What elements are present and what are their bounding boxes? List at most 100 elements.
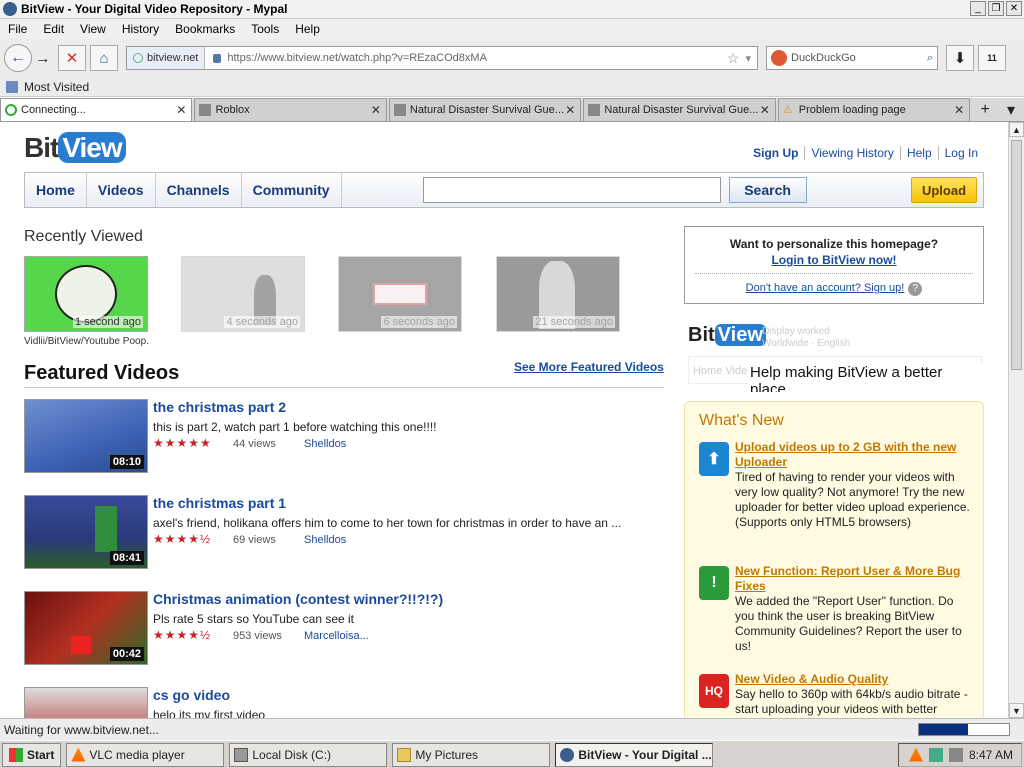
menu-tools[interactable]: Tools (243, 22, 287, 36)
nav-community[interactable]: Community (242, 173, 342, 207)
video-item[interactable]: 00:42 Christmas animation (contest winne… (24, 591, 664, 667)
task-local-disk[interactable]: Local Disk (C:) (229, 742, 388, 767)
signup-link[interactable]: Don't have an account? Sign up! (746, 282, 905, 294)
tab-close-icon[interactable]: ✕ (565, 103, 575, 117)
upload-button[interactable]: Upload (911, 177, 977, 203)
site-identity[interactable]: bitview.net (127, 47, 206, 69)
menu-file[interactable]: File (0, 22, 35, 36)
bookmark-most-visited[interactable]: Most Visited (24, 80, 89, 94)
recent-item[interactable]: 21 seconds ago (496, 256, 620, 332)
addon-button[interactable]: 11 (978, 45, 1006, 71)
video-item[interactable]: 08:41 the christmas part 1 axel's friend… (24, 495, 664, 571)
scroll-down-icon[interactable]: ▼ (1009, 703, 1024, 718)
video-title[interactable]: the christmas part 2 (153, 399, 286, 415)
tab-connecting[interactable]: Connecting... ✕ (0, 98, 193, 121)
video-author[interactable]: Shelldos (304, 438, 346, 450)
url-text[interactable]: https://www.bitview.net/watch.php?v=REza… (227, 52, 727, 64)
recent-caption[interactable]: Vidlii/BitView/Youtube Poop... (24, 336, 148, 347)
home-button[interactable]: ⌂ (90, 45, 118, 71)
nav-home[interactable]: Home (25, 173, 87, 207)
scroll-thumb[interactable] (1011, 140, 1022, 370)
news-title[interactable]: New Video & Audio Quality (735, 672, 975, 687)
viewing-history-link[interactable]: Viewing History (804, 146, 899, 160)
close-button[interactable]: ✕ (1006, 1, 1022, 16)
menu-history[interactable]: History (114, 22, 167, 36)
recent-item[interactable]: 6 seconds ago (338, 256, 462, 332)
log-in-link[interactable]: Log In (937, 146, 984, 160)
video-thumbnail[interactable]: 00:42 (24, 591, 148, 665)
tab-natural-disaster-1[interactable]: Natural Disaster Survival Gue... ✕ (388, 98, 582, 121)
task-my-pictures[interactable]: My Pictures (392, 742, 551, 767)
url-bar[interactable]: bitview.net https://www.bitview.net/watc… (126, 46, 758, 70)
vlc-tray-icon[interactable] (908, 747, 923, 762)
promo-banner[interactable]: Bit View Display worked Worldwide · Engli… (684, 318, 984, 392)
menu-bookmarks[interactable]: Bookmarks (167, 22, 243, 36)
video-thumbnail[interactable]: 08:41 (24, 495, 148, 569)
video-thumbnail[interactable]: 21 seconds ago (496, 256, 620, 332)
tab-close-icon[interactable]: ✕ (371, 103, 381, 117)
bitview-logo[interactable]: Bit View (24, 132, 126, 164)
downloads-button[interactable]: ⬇ (946, 45, 974, 71)
url-dropdown-icon[interactable]: ▾ (745, 52, 751, 65)
tab-list-button[interactable]: ▾ (998, 98, 1024, 121)
page-scrollbar[interactable]: ▲ ▼ (1008, 122, 1024, 718)
tab-problem-loading[interactable]: ⚠ Problem loading page ✕ (777, 98, 971, 121)
video-title[interactable]: cs go video (153, 687, 230, 703)
video-thumbnail[interactable]: 08:10 (24, 399, 148, 473)
video-title[interactable]: the christmas part 1 (153, 495, 286, 511)
video-thumbnail[interactable] (24, 687, 148, 718)
recent-time: 1 second ago (72, 316, 143, 328)
nav-videos[interactable]: Videos (87, 173, 156, 207)
video-author[interactable]: Shelldos (304, 534, 346, 546)
forward-button[interactable]: → (32, 45, 54, 71)
news-title[interactable]: New Function: Report User & More Bug Fix… (735, 564, 975, 594)
task-vlc[interactable]: VLC media player (66, 742, 225, 767)
volume-icon[interactable] (948, 747, 963, 762)
network-icon[interactable] (928, 747, 943, 762)
site-search-input[interactable] (422, 177, 721, 203)
help-question-icon[interactable]: ? (908, 282, 923, 296)
home-icon: ⌂ (99, 49, 109, 67)
sign-up-link[interactable]: Sign Up (747, 146, 804, 160)
scroll-up-icon[interactable]: ▲ (1009, 122, 1024, 137)
video-thumbnail[interactable]: 1 second ago (24, 256, 148, 332)
task-bitview-browser[interactable]: BitView - Your Digital ... (555, 742, 714, 767)
tab-close-icon[interactable]: ✕ (176, 103, 186, 117)
menu-edit[interactable]: Edit (35, 22, 72, 36)
recent-item[interactable]: 4 seconds ago (181, 256, 305, 332)
tab-close-icon[interactable]: ✕ (760, 103, 770, 117)
search-engine-placeholder[interactable]: DuckDuckGo (791, 52, 856, 64)
video-item[interactable]: cs go video helo its my first video (24, 687, 664, 718)
stop-button[interactable]: ✕ (58, 45, 86, 71)
news-title[interactable]: Upload videos up to 2 GB with the new Up… (735, 440, 975, 470)
task-label: VLC media player (89, 747, 185, 762)
rating-stars: ★★★★★ (153, 436, 212, 450)
video-thumbnail[interactable]: 4 seconds ago (181, 256, 305, 332)
video-item[interactable]: 08:10 the christmas part 2 this is part … (24, 399, 664, 475)
recent-item[interactable]: 1 second ago Vidlii/BitView/Youtube Poop… (24, 256, 148, 347)
video-thumbnail[interactable]: 6 seconds ago (338, 256, 462, 332)
search-engine-bar[interactable]: DuckDuckGo ⌕ (766, 46, 938, 70)
nav-channels[interactable]: Channels (156, 173, 242, 207)
recently-viewed-title: Recently Viewed (24, 228, 143, 245)
tab-roblox[interactable]: Roblox ✕ (194, 98, 387, 121)
back-button[interactable]: ← (4, 44, 32, 72)
new-tab-button[interactable]: + (972, 98, 998, 121)
search-button[interactable]: Search (728, 177, 807, 203)
tab-natural-disaster-2[interactable]: Natural Disaster Survival Gue... ✕ (583, 98, 776, 121)
video-title[interactable]: Christmas animation (contest winner?!!?!… (153, 591, 443, 607)
search-icon[interactable]: ⌕ (927, 52, 933, 65)
maximize-button[interactable]: ❐ (988, 1, 1004, 16)
help-link[interactable]: Help (899, 146, 938, 160)
start-button[interactable]: Start (2, 742, 62, 767)
loading-progress (918, 723, 1010, 736)
menu-help[interactable]: Help (287, 22, 328, 36)
lock-icon (213, 53, 222, 63)
login-link[interactable]: Login to BitView now! (685, 253, 983, 267)
see-more-featured-link[interactable]: See More Featured Videos (514, 360, 664, 374)
tab-close-icon[interactable]: ✕ (954, 103, 964, 117)
menu-view[interactable]: View (72, 22, 114, 36)
minimize-button[interactable]: _ (970, 1, 986, 16)
video-author[interactable]: Marcelloisa... (304, 630, 369, 642)
bookmark-star-icon[interactable]: ☆ (727, 50, 740, 67)
